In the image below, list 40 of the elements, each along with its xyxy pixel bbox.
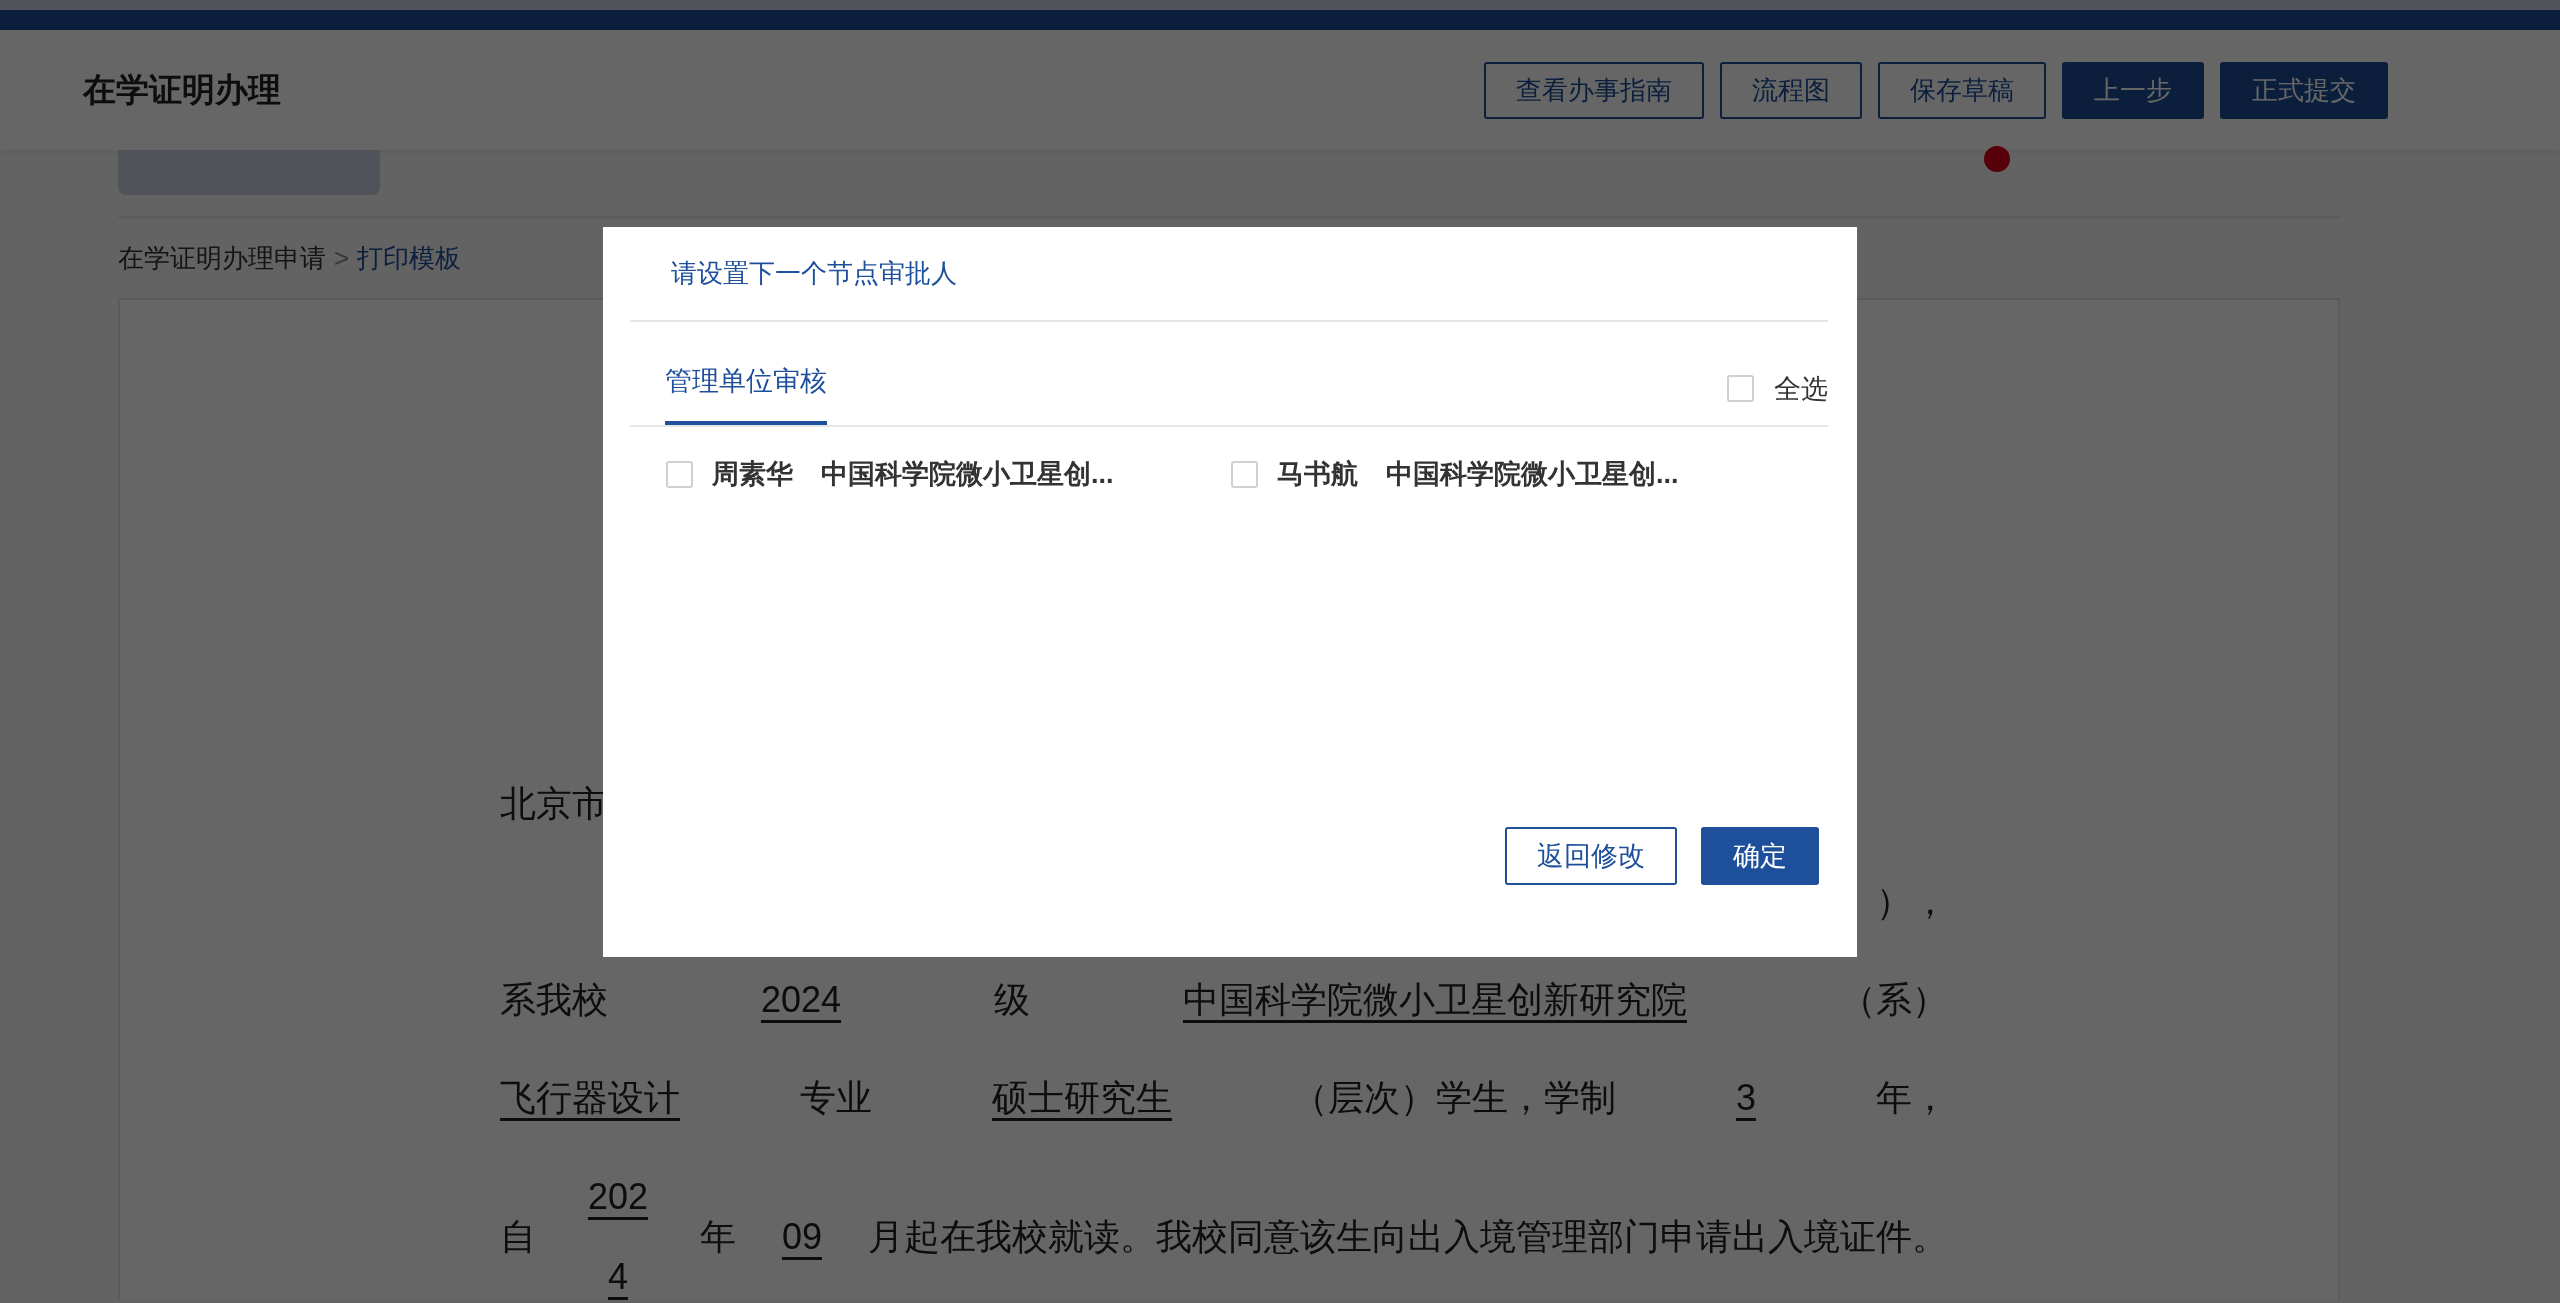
- approver-checkbox[interactable]: [1231, 461, 1258, 488]
- document-text: （系）: [1839, 978, 1948, 1022]
- approver-name: 马书航: [1277, 458, 1358, 492]
- select-all-label: 全选: [1774, 372, 1828, 406]
- filled-blank: 2024: [760, 978, 842, 1022]
- dialog-tab[interactable]: 管理单位审核: [665, 340, 827, 425]
- document-text: 北京市: [500, 782, 608, 826]
- select-all-checkbox[interactable]: [1727, 375, 1754, 403]
- header-button[interactable]: 保存草稿: [1878, 61, 2046, 119]
- filled-blank: 硕士研究生: [991, 1076, 1172, 1120]
- dialog-button[interactable]: 确定: [1701, 827, 1819, 885]
- dialog-title: 请设置下一个节点审批人: [671, 257, 957, 290]
- header-button[interactable]: 正式提交: [2220, 61, 2388, 119]
- approver-unit: 中国科学院微小卫星创...: [1386, 458, 1679, 492]
- filled-blank: 2024: [586, 1175, 649, 1299]
- document-text: 系我校: [500, 978, 608, 1022]
- document-text: ），: [1876, 880, 1948, 924]
- filled-blank: 3: [1735, 1076, 1756, 1120]
- document-text: 年，: [1875, 1076, 1948, 1120]
- alert-dot-icon: [1984, 146, 2010, 172]
- breadcrumb-item: 在学证明办理申请: [118, 241, 326, 275]
- document-text: （层次）学生，学制: [1291, 1076, 1616, 1120]
- document-text: 级: [994, 978, 1031, 1022]
- approver-checkbox[interactable]: [666, 461, 693, 488]
- breadcrumb-link[interactable]: 打印模板: [357, 238, 462, 278]
- filled-blank: 09: [781, 1215, 822, 1259]
- document-text: 专业: [800, 1076, 872, 1120]
- document-text: 年: [699, 1215, 736, 1259]
- filled-blank: 中国科学院微小卫星创新研究院: [1183, 978, 1687, 1022]
- dialog-button[interactable]: 返回修改: [1505, 827, 1677, 885]
- document-text: 月起在我校就读。我校同意该生向出入境管理部门申请出入境证件。: [868, 1215, 1948, 1259]
- page-title: 在学证明办理: [83, 70, 281, 111]
- approver-name: 周素华: [712, 458, 793, 492]
- approver-unit: 中国科学院微小卫星创...: [821, 458, 1114, 492]
- document-text: 自: [500, 1215, 536, 1259]
- header-button[interactable]: 查看办事指南: [1484, 61, 1704, 119]
- header-button[interactable]: 流程图: [1720, 61, 1862, 119]
- breadcrumb-separator: >: [334, 241, 350, 275]
- header-button[interactable]: 上一步: [2062, 61, 2204, 119]
- filled-blank: 飞行器设计: [500, 1076, 680, 1120]
